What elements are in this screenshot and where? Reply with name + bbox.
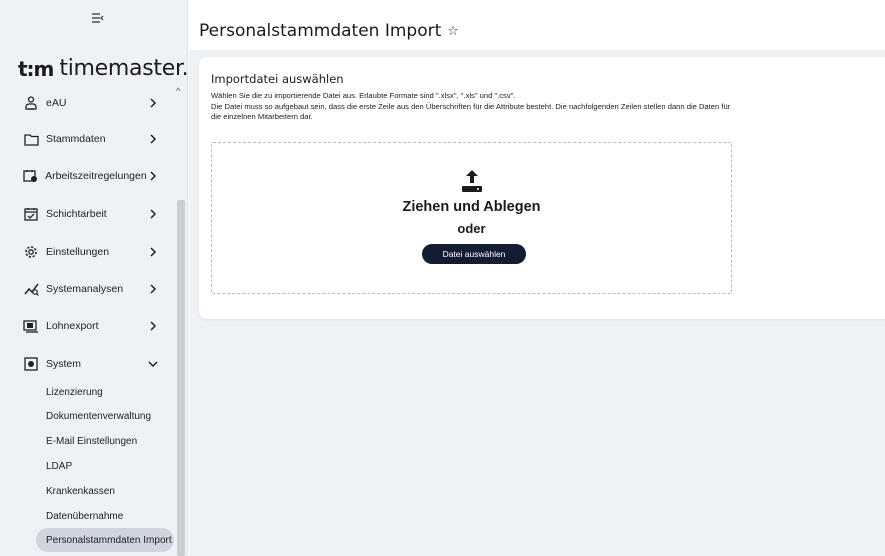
chevron-right-icon — [146, 245, 160, 259]
sidebar-item-einstellungen[interactable]: Einstellungen — [0, 237, 174, 267]
people-icon — [22, 94, 40, 112]
page-header: Personalstammdaten Import ☆ — [189, 0, 885, 62]
sidebar-subitem-personalstammdaten-import[interactable]: Personalstammdaten Import — [36, 528, 174, 552]
sidebar-item-label: eAU — [46, 97, 67, 109]
or-text: oder — [457, 221, 486, 236]
sidebar-item-label: Schichtarbeit — [46, 208, 107, 220]
import-card: Importdatei auswählen Wählen Sie die zu … — [199, 57, 885, 319]
logo: t:m timemaster. — [18, 56, 189, 81]
folder-icon — [22, 130, 40, 148]
sidebar-item-label: Arbeitszeitregelungen — [45, 170, 147, 182]
sidebar-item-schichtarbeit[interactable]: Schichtarbeit — [0, 199, 174, 229]
chevron-down-icon — [146, 357, 160, 371]
sidebar-item-label: Einstellungen — [46, 246, 110, 258]
sidebar-subitem-dokumentenverwaltung[interactable]: Dokumentenverwaltung — [46, 411, 151, 422]
file-drop-zone[interactable]: Ziehen und Ablegen oder Datei auswählen — [211, 142, 732, 294]
card-title: Importdatei auswählen — [211, 72, 344, 86]
card-description: Wählen Sie die zu importierende Datei au… — [211, 91, 731, 123]
chevron-right-icon — [147, 169, 160, 183]
sidebar-subitem-lizenzierung[interactable]: Lizenzierung — [46, 387, 103, 398]
description-line-1: Wählen Sie die zu importierende Datei au… — [211, 91, 516, 100]
sidebar-subitem-datenuebernahme[interactable]: Datenübernahme — [46, 511, 123, 522]
sidebar-subitem-krankenkassen[interactable]: Krankenkassen — [46, 486, 115, 497]
gear-icon — [22, 243, 40, 261]
sidebar-item-lohnexport[interactable]: Lohnexport — [0, 311, 174, 341]
sidebar-scrollbar[interactable] — [177, 200, 185, 556]
chevron-right-icon — [146, 96, 160, 110]
favorite-star-icon[interactable]: ☆ — [447, 24, 459, 39]
sidebar-item-label: Systemanalysen — [46, 283, 124, 295]
sidebar-item-stammdaten[interactable]: Stammdaten — [0, 124, 174, 154]
sidebar-item-label: System — [46, 358, 82, 370]
upload-icon — [462, 170, 482, 192]
calendar-check-icon — [22, 205, 40, 223]
sidebar-item-system[interactable]: System — [0, 349, 174, 379]
logo-mark: t:m — [18, 56, 54, 81]
sidebar-item-label: Lohnexport — [46, 320, 99, 332]
scroll-up-icon[interactable]: ^ — [176, 86, 180, 96]
page-title: Personalstammdaten Import ☆ — [199, 21, 459, 41]
sidebar-subitem-ldap[interactable]: LDAP — [46, 461, 72, 472]
chevron-right-icon — [146, 319, 160, 333]
sidebar: t:m timemaster. ^ eAU Stammdaten Arbeits… — [0, 0, 189, 556]
clock-calendar-icon — [22, 167, 39, 185]
sidebar-item-arbeitszeitregelungen[interactable]: Arbeitszeitregelungen — [0, 161, 174, 191]
chevron-right-icon — [146, 282, 160, 296]
system-icon — [22, 355, 40, 373]
choose-file-button[interactable]: Datei auswählen — [422, 244, 526, 264]
sidebar-subitem-email-einstellungen[interactable]: E-Mail Einstellungen — [46, 436, 137, 447]
analytics-icon — [22, 280, 40, 298]
sidebar-item-eau[interactable]: eAU — [0, 88, 174, 118]
sidebar-item-label: Stammdaten — [46, 133, 106, 145]
page-title-text: Personalstammdaten Import — [199, 21, 442, 41]
collapse-sidebar-icon[interactable] — [88, 10, 108, 26]
chevron-right-icon — [146, 207, 160, 221]
drag-drop-text: Ziehen und Ablegen — [402, 199, 541, 215]
description-line-2: Die Datei muss so aufgebaut sein, dass d… — [211, 101, 731, 122]
logo-text: timemaster. — [59, 56, 189, 81]
sidebar-item-systemanalysen[interactable]: Systemanalysen — [0, 274, 174, 304]
chevron-right-icon — [146, 132, 160, 146]
export-icon — [22, 317, 40, 335]
